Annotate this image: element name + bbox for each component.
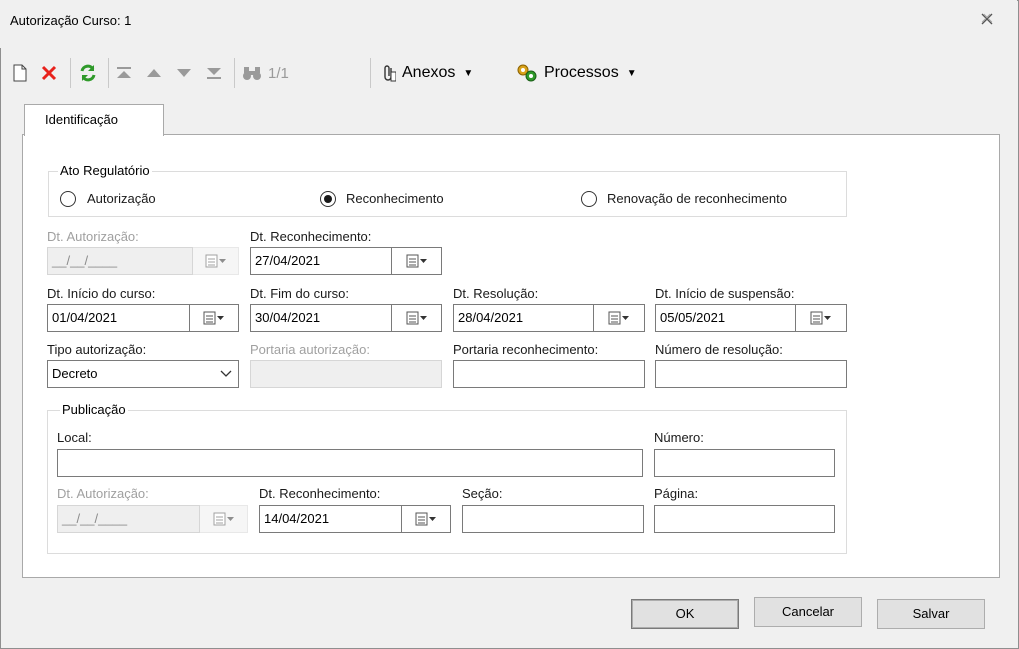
dt-autorizacao-label: Dt. Autorização:	[47, 229, 139, 244]
dt-fim-curso-field[interactable]: 30/04/2021	[250, 304, 392, 332]
dt-resolucao-field[interactable]: 28/04/2021	[453, 304, 594, 332]
tab-label: Identificação	[45, 112, 118, 127]
chevron-down-icon	[220, 367, 232, 382]
title-bar: Autorização Curso: 1	[0, 0, 1017, 48]
secao-field[interactable]	[462, 505, 644, 533]
refresh-icon[interactable]	[78, 60, 102, 86]
dt-fim-curso-label: Dt. Fim do curso:	[250, 286, 349, 301]
radio-renovacao[interactable]	[581, 191, 597, 207]
radio-renovacao-label: Renovação de reconhecimento	[607, 191, 787, 206]
chevron-down-icon: ▼	[463, 67, 474, 79]
tipo-autorizacao-label: Tipo autorização:	[47, 342, 147, 357]
new-document-icon[interactable]	[12, 60, 34, 86]
first-record-icon[interactable]	[116, 60, 136, 86]
calendar-icon[interactable]	[200, 505, 248, 533]
record-counter: 1/1	[268, 64, 289, 82]
calendar-icon[interactable]	[190, 304, 239, 332]
pub-dt-reconhecimento-label: Dt. Reconhecimento:	[259, 486, 381, 501]
radio-autorizacao-label: Autorização	[87, 191, 156, 206]
tab-identificacao[interactable]: Identificação	[24, 104, 164, 136]
last-record-icon[interactable]	[206, 60, 226, 86]
radio-reconhecimento-label: Reconhecimento	[346, 191, 444, 206]
dt-inicio-curso-label: Dt. Início do curso:	[47, 286, 156, 301]
next-record-icon[interactable]	[176, 60, 196, 86]
anexos-button[interactable]: Anexos ▼	[382, 60, 473, 86]
pub-dt-autorizacao-label: Dt. Autorização:	[57, 486, 149, 501]
local-field[interactable]	[57, 449, 643, 477]
dt-inicio-suspensao-label: Dt. Início de suspensão:	[655, 286, 795, 301]
publicacao-legend: Publicação	[60, 402, 128, 417]
salvar-button[interactable]: Salvar	[877, 599, 985, 629]
pub-dt-autorizacao-field[interactable]: __/__/____	[57, 505, 200, 533]
portaria-autorizacao-label: Portaria autorização:	[250, 342, 370, 357]
toolbar: 1/1 Anexos ▼ Processos ▼	[12, 54, 1012, 92]
numero-label: Número:	[654, 430, 704, 445]
toolbar-separator	[234, 58, 235, 88]
ato-regulatorio-legend: Ato Regulatório	[58, 163, 152, 178]
tipo-autorizacao-select[interactable]: Decreto	[47, 360, 239, 388]
calendar-icon[interactable]	[594, 304, 645, 332]
numero-resolucao-label: Número de resolução:	[655, 342, 783, 357]
ok-button[interactable]: OK	[631, 599, 739, 629]
close-icon[interactable]	[978, 12, 996, 30]
calendar-icon[interactable]	[402, 505, 451, 533]
numero-resolucao-field[interactable]	[655, 360, 847, 388]
local-label: Local:	[57, 430, 92, 445]
pagina-field[interactable]	[654, 505, 835, 533]
pagina-label: Página:	[654, 486, 699, 501]
binoculars-icon[interactable]	[242, 60, 264, 86]
dt-inicio-suspensao-field[interactable]: 05/05/2021	[655, 304, 796, 332]
radio-autorizacao[interactable]	[60, 191, 76, 207]
calendar-icon[interactable]	[392, 304, 442, 332]
cancelar-button[interactable]: Cancelar	[754, 597, 862, 627]
delete-icon[interactable]	[40, 60, 62, 86]
secao-label: Seção:	[462, 486, 503, 501]
toolbar-separator	[370, 58, 371, 88]
portaria-reconhecimento-field[interactable]	[453, 360, 645, 388]
dt-reconhecimento-field[interactable]: 27/04/2021	[250, 247, 392, 275]
radio-reconhecimento[interactable]	[320, 191, 336, 207]
portaria-autorizacao-field[interactable]	[250, 360, 442, 388]
gears-icon	[516, 63, 538, 83]
pub-dt-reconhecimento-field[interactable]: 14/04/2021	[259, 505, 402, 533]
toolbar-separator	[70, 58, 71, 88]
window-title: Autorização Curso: 1	[10, 13, 132, 28]
numero-field[interactable]	[654, 449, 835, 477]
anexos-label: Anexos	[402, 64, 456, 81]
processos-button[interactable]: Processos ▼	[516, 60, 637, 86]
calendar-icon[interactable]	[193, 247, 239, 275]
portaria-reconhecimento-label: Portaria reconhecimento:	[453, 342, 599, 357]
paperclip-icon	[382, 64, 396, 82]
dt-resolucao-label: Dt. Resolução:	[453, 286, 539, 301]
dt-inicio-curso-field[interactable]: 01/04/2021	[47, 304, 190, 332]
processos-label: Processos	[544, 64, 619, 81]
toolbar-separator	[108, 58, 109, 88]
calendar-icon[interactable]	[392, 247, 442, 275]
calendar-icon[interactable]	[796, 304, 847, 332]
dt-autorizacao-field[interactable]: __/__/____	[47, 247, 193, 275]
dt-reconhecimento-label: Dt. Reconhecimento:	[250, 229, 372, 244]
tipo-autorizacao-value: Decreto	[52, 366, 98, 381]
chevron-down-icon: ▼	[626, 67, 637, 79]
previous-record-icon[interactable]	[146, 60, 166, 86]
